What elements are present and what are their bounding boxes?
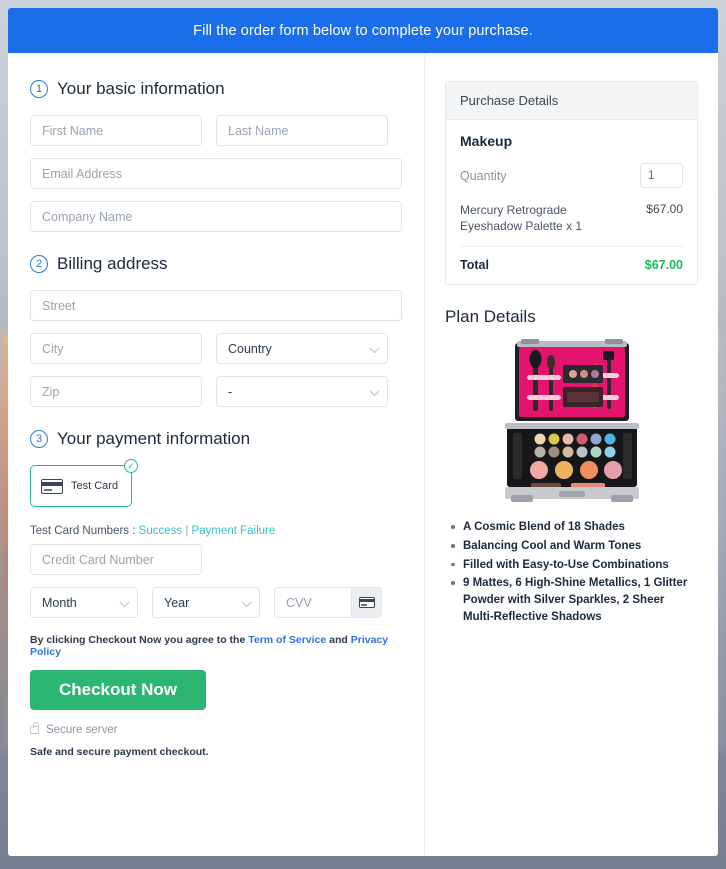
secure-server-note: Secure server	[30, 722, 402, 736]
summary-column: Purchase Details Makeup Quantity Mercury…	[425, 53, 718, 856]
state-select[interactable]	[216, 376, 388, 407]
test-card-numbers-label: Test Card Numbers :	[30, 525, 136, 537]
zip-input[interactable]	[30, 376, 202, 407]
test-card-success-link[interactable]: Success	[139, 525, 182, 537]
plan-details-heading: Plan Details	[445, 307, 536, 327]
secure-server-label: Secure server	[46, 724, 118, 736]
credit-card-icon	[358, 597, 375, 608]
banner-text: Fill the order form below to complete yo…	[193, 22, 533, 39]
content-columns: 1 Your basic information 2 Billing addre…	[8, 53, 718, 856]
first-name-input[interactable]	[30, 115, 202, 146]
step-title-3: Your payment information	[57, 429, 251, 448]
terms-and: and	[329, 634, 348, 646]
purchase-details-heading: Purchase Details	[446, 82, 697, 120]
cvv-group	[274, 587, 382, 618]
terms-of-service-link[interactable]: Term of Service	[248, 634, 326, 646]
quantity-row: Quantity	[460, 163, 683, 188]
terms-text: By clicking Checkout Now you agree to th…	[30, 634, 402, 658]
list-item: Filled with Easy-to-Use Combinations	[449, 557, 698, 574]
street-input[interactable]	[30, 290, 402, 321]
purchase-details-panel: Purchase Details Makeup Quantity Mercury…	[445, 81, 698, 286]
payment-method-label: Test Card	[71, 480, 119, 492]
page-banner: Fill the order form below to complete yo…	[8, 8, 718, 53]
total-label: Total	[460, 258, 489, 273]
city-input[interactable]	[30, 333, 202, 364]
list-item: 9 Mattes, 6 High-Shine Metallics, 1 Glit…	[449, 575, 698, 625]
credit-card-icon	[41, 478, 63, 494]
step-heading-payment-information: 3 Your payment information	[30, 429, 402, 449]
expiry-cvv-row	[30, 587, 402, 618]
step-number-1: 1	[30, 80, 48, 98]
quantity-input[interactable]	[640, 163, 683, 188]
cvv-help-button[interactable]	[352, 587, 382, 618]
step-number-3: 3	[30, 430, 48, 448]
safe-checkout-note: Safe and secure payment checkout.	[30, 746, 209, 758]
line-item-price: $67.00	[646, 202, 683, 216]
credit-card-number-input[interactable]	[30, 544, 202, 575]
step-title-2: Billing address	[57, 254, 168, 273]
step-number-2: 2	[30, 255, 48, 273]
email-input[interactable]	[30, 158, 402, 189]
line-item-description: Mercury Retrograde Eyeshadow Palette x 1	[460, 203, 583, 234]
plan-features-list: A Cosmic Blend of 18 Shades Balancing Co…	[445, 519, 698, 625]
country-select[interactable]	[216, 333, 388, 364]
step-heading-billing-address: 2 Billing address	[30, 254, 402, 274]
street-row	[30, 290, 402, 321]
test-card-numbers: Test Card Numbers : Success | Payment Fa…	[30, 525, 402, 537]
checkout-now-button[interactable]: Checkout Now	[30, 670, 206, 710]
form-column: 1 Your basic information 2 Billing addre…	[8, 53, 425, 856]
company-name-input[interactable]	[30, 201, 402, 232]
total-row: Total $67.00	[460, 247, 683, 272]
test-card-link-separator: |	[185, 525, 189, 537]
payment-method-test-card[interactable]: Test Card ✓	[30, 459, 138, 507]
expiry-year-select[interactable]	[152, 587, 260, 618]
country-select-wrapper	[216, 333, 388, 364]
check-circle-icon: ✓	[124, 459, 138, 473]
test-card-failure-link[interactable]: Payment Failure	[192, 525, 276, 537]
terms-prefix: By clicking Checkout Now you agree to th…	[30, 634, 246, 646]
list-item: A Cosmic Blend of 18 Shades	[449, 519, 698, 536]
total-amount: $67.00	[644, 258, 683, 273]
product-name: Makeup	[460, 133, 513, 149]
month-select-wrapper	[30, 587, 138, 618]
line-item-row: Mercury Retrograde Eyeshadow Palette x 1…	[460, 202, 683, 248]
quantity-label: Quantity	[460, 168, 507, 183]
lock-icon	[30, 722, 39, 734]
expiry-month-select[interactable]	[30, 587, 138, 618]
year-select-wrapper	[152, 587, 260, 618]
last-name-input[interactable]	[216, 115, 388, 146]
checkout-card: Fill the order form below to complete yo…	[8, 8, 718, 856]
cvv-input[interactable]	[274, 587, 352, 618]
name-row	[30, 115, 402, 146]
step-heading-basic-information: 1 Your basic information	[30, 79, 402, 99]
step-title-1: Your basic information	[57, 79, 225, 98]
credit-card-number-row	[30, 544, 402, 575]
list-item: Balancing Cool and Warm Tones	[449, 538, 698, 555]
makeup-case-product-image	[504, 339, 639, 503]
zip-state-row	[30, 376, 402, 407]
city-country-row	[30, 333, 402, 364]
company-row	[30, 201, 402, 232]
state-select-wrapper	[216, 376, 388, 407]
purchase-details-body: Makeup Quantity Mercury Retrograde Eyesh…	[446, 120, 697, 284]
email-row	[30, 158, 402, 189]
